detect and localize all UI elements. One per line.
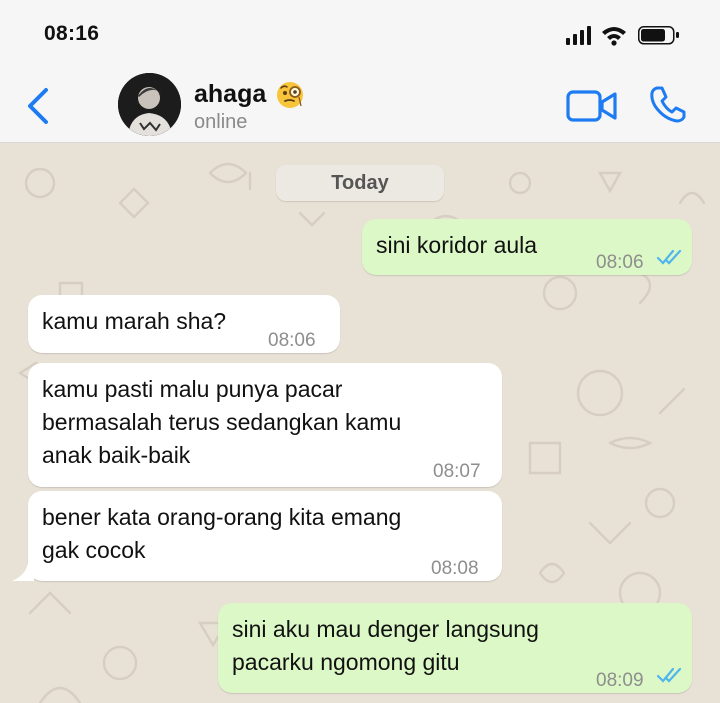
message-time: 08:06 xyxy=(596,252,644,273)
message-text: sini aku mau denger langsung pacarku ngo… xyxy=(232,616,539,675)
wifi-icon xyxy=(602,27,626,46)
message-bubble-outgoing[interactable]: sini aku mau denger langsung pacarku ngo… xyxy=(218,603,692,693)
face-with-monocle-emoji xyxy=(277,82,303,108)
message-time: 08:07 xyxy=(433,461,481,482)
message-text: kamu marah sha? xyxy=(42,308,227,334)
message-text: bener kata orang-orang kita emang gak co… xyxy=(42,504,402,563)
back-chevron-icon[interactable] xyxy=(22,86,56,126)
message-bubble-incoming[interactable]: bener kata orang-orang kita emang gak co… xyxy=(28,491,502,581)
video-call-icon[interactable] xyxy=(566,88,618,124)
message-text: kamu pasti malu punya pacar bermasalah t… xyxy=(42,376,402,468)
message-bubble-incoming[interactable]: kamu marah sha? 08:06 xyxy=(28,295,340,353)
read-receipt-ticks-icon xyxy=(656,249,682,265)
avatar[interactable] xyxy=(118,73,181,136)
read-receipt-ticks-icon xyxy=(656,667,682,683)
message-time: 08:08 xyxy=(431,558,479,579)
bubble-tail xyxy=(12,563,34,581)
signal-icon xyxy=(566,26,591,45)
chat-area[interactable]: Today sini koridor aula 08:06 kamu marah… xyxy=(0,143,720,703)
message-text: sini koridor aula xyxy=(376,232,538,258)
status-icons xyxy=(566,26,679,46)
message-bubble-incoming[interactable]: kamu pasti malu punya pacar bermasalah t… xyxy=(28,363,502,487)
battery-icon xyxy=(638,26,679,45)
contact-status: online xyxy=(194,111,248,133)
status-time: 08:16 xyxy=(44,22,100,45)
date-separator: Today xyxy=(276,165,444,201)
message-time: 08:09 xyxy=(596,670,644,691)
message-bubble-outgoing[interactable]: sini koridor aula 08:06 xyxy=(362,219,692,275)
contact-name[interactable]: ahaga xyxy=(194,80,266,109)
message-time: 08:06 xyxy=(268,330,316,351)
chat-header: 08:16 ahaga online xyxy=(0,0,720,143)
phone-call-icon[interactable] xyxy=(648,84,688,124)
